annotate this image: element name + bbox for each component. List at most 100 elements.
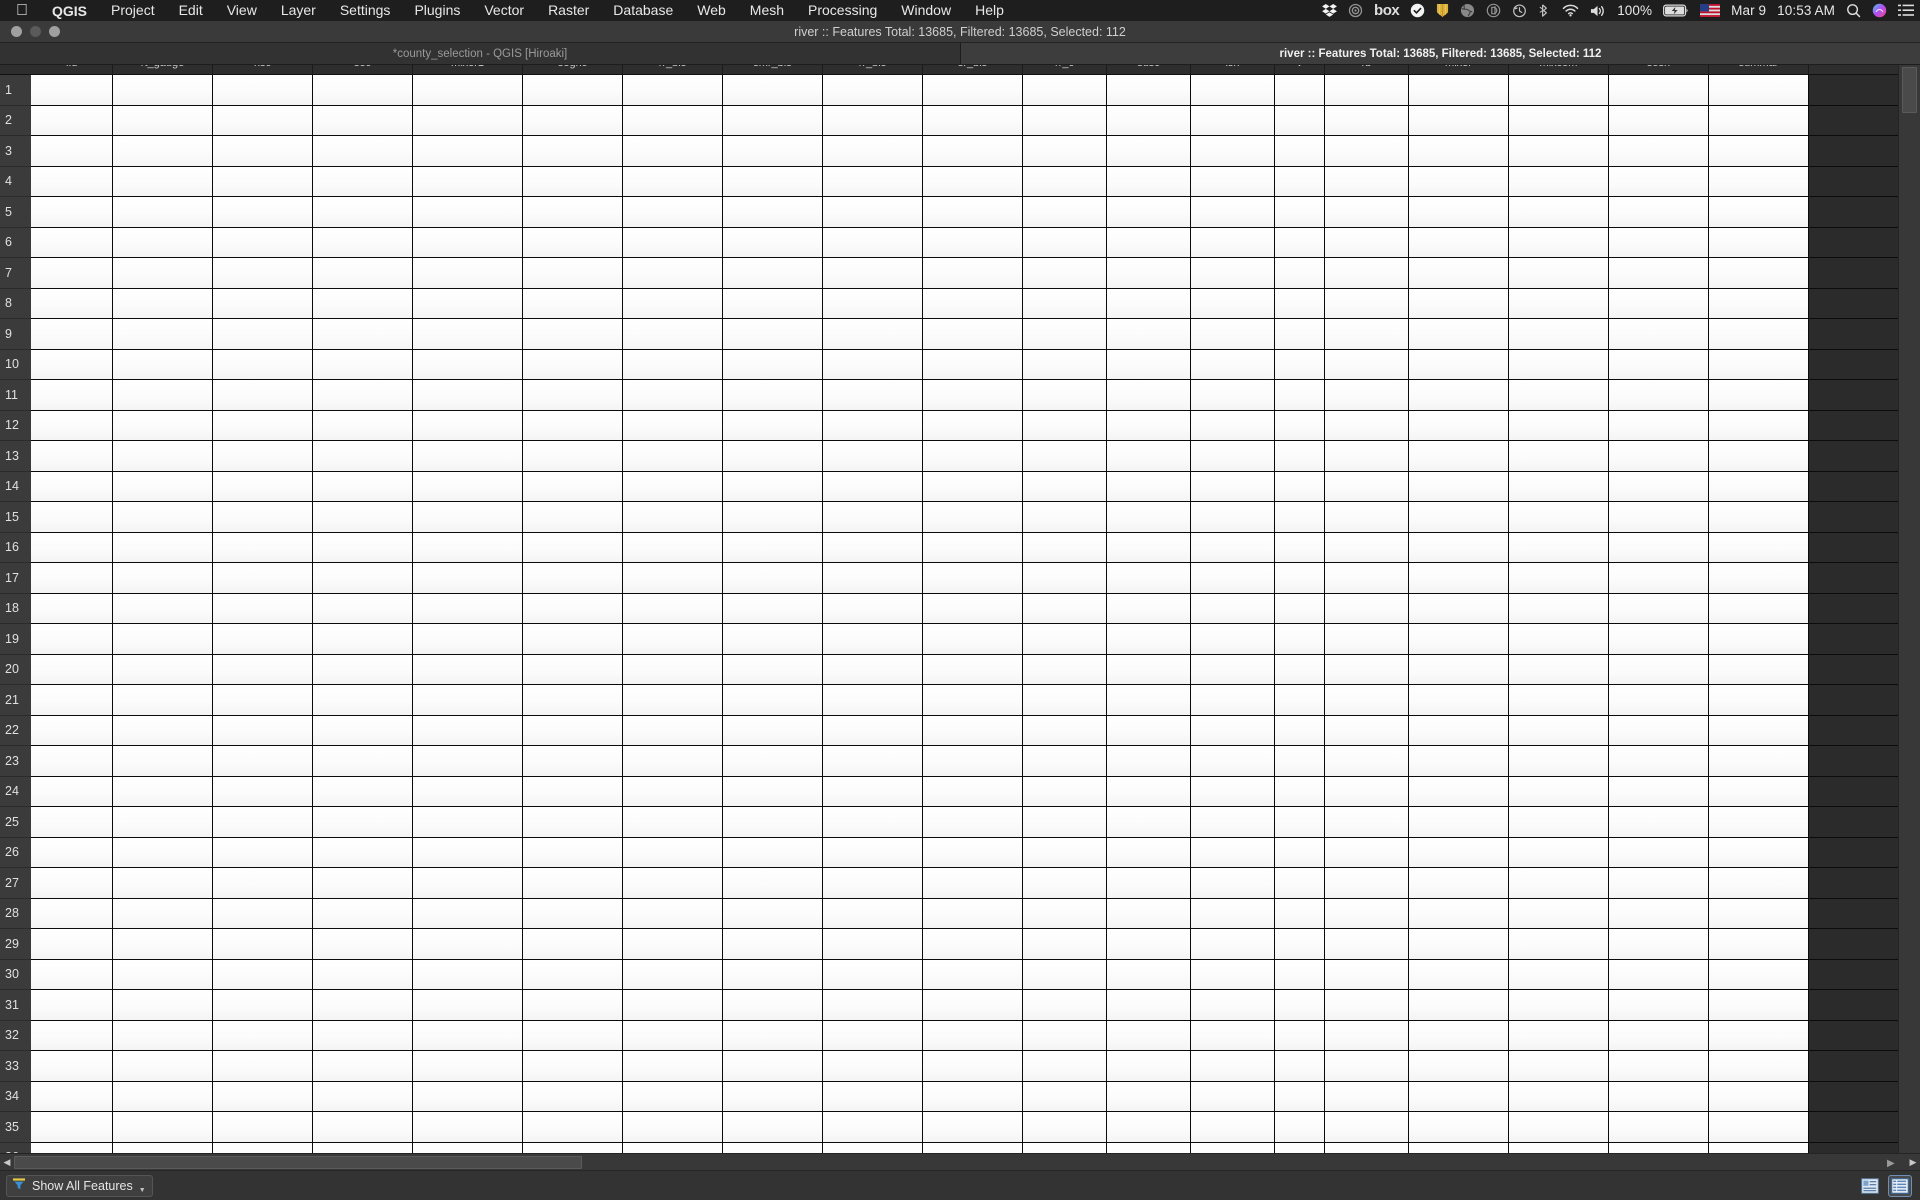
- column-header-18[interactable]: summar: [1709, 65, 1809, 74]
- table-cell[interactable]: [1709, 105, 1809, 135]
- table-cell[interactable]: [923, 563, 1023, 593]
- table-cell[interactable]: [31, 837, 113, 867]
- table-cell[interactable]: [1107, 1051, 1191, 1081]
- table-cell[interactable]: [213, 1081, 313, 1111]
- table-cell[interactable]: [1191, 563, 1275, 593]
- table-cell[interactable]: [723, 990, 823, 1020]
- table-cell[interactable]: [1709, 868, 1809, 898]
- table-cell[interactable]: [1509, 563, 1609, 593]
- table-cell[interactable]: [1509, 410, 1609, 440]
- table-cell[interactable]: [313, 990, 413, 1020]
- table-cell[interactable]: [1509, 136, 1609, 166]
- duet-icon[interactable]: [1486, 0, 1501, 21]
- table-cell[interactable]: [1107, 837, 1191, 867]
- table-cell[interactable]: [823, 105, 923, 135]
- clock-history-icon[interactable]: [1512, 0, 1527, 21]
- horizontal-scrollbar-thumb[interactable]: [14, 1155, 582, 1169]
- table-cell[interactable]: [1509, 624, 1609, 654]
- row-number-header[interactable]: 15: [0, 502, 31, 533]
- table-cell[interactable]: [823, 319, 923, 349]
- table-cell[interactable]: [1709, 471, 1809, 501]
- table-cell[interactable]: [523, 136, 623, 166]
- table-cell[interactable]: [523, 349, 623, 379]
- table-cell[interactable]: [313, 441, 413, 471]
- table-cell[interactable]: [213, 227, 313, 257]
- table-cell[interactable]: [923, 1081, 1023, 1111]
- table-cell[interactable]: [1107, 1142, 1191, 1153]
- table-cell[interactable]: [213, 837, 313, 867]
- table-cell[interactable]: [1409, 563, 1509, 593]
- table-cell[interactable]: [1609, 441, 1709, 471]
- table-cell[interactable]: [413, 136, 523, 166]
- row-number-header[interactable]: 13: [0, 441, 31, 472]
- table-cell[interactable]: [1191, 349, 1275, 379]
- table-cell[interactable]: [213, 288, 313, 318]
- table-cell[interactable]: [1023, 136, 1107, 166]
- table-cell[interactable]: [213, 776, 313, 806]
- table-cell[interactable]: [623, 746, 723, 776]
- table-cell[interactable]: [1325, 715, 1409, 745]
- table-cell[interactable]: [923, 471, 1023, 501]
- table-cell[interactable]: [623, 654, 723, 684]
- row-number-header[interactable]: 20: [0, 654, 31, 685]
- table-cell[interactable]: [1609, 75, 1709, 105]
- table-cell[interactable]: [523, 1142, 623, 1153]
- row-number-header[interactable]: 9: [0, 319, 31, 350]
- table-cell[interactable]: [1023, 380, 1107, 410]
- table-cell[interactable]: [523, 624, 623, 654]
- table-cell[interactable]: [1023, 349, 1107, 379]
- table-cell[interactable]: [1325, 197, 1409, 227]
- table-cell[interactable]: [31, 868, 113, 898]
- table-cell[interactable]: [723, 441, 823, 471]
- table-cell[interactable]: [113, 898, 213, 928]
- table-cell[interactable]: [723, 1112, 823, 1142]
- table-cell[interactable]: [213, 1020, 313, 1050]
- table-cell[interactable]: [31, 441, 113, 471]
- table-cell[interactable]: [523, 685, 623, 715]
- table-cell[interactable]: [1275, 288, 1325, 318]
- row-number-header[interactable]: 23: [0, 746, 31, 777]
- table-cell[interactable]: [1191, 471, 1275, 501]
- table-cell[interactable]: [1709, 898, 1809, 928]
- table-cell[interactable]: [1107, 685, 1191, 715]
- table-cell[interactable]: [213, 197, 313, 227]
- table-cell[interactable]: [1509, 990, 1609, 1020]
- table-cell[interactable]: [1275, 441, 1325, 471]
- table-cell[interactable]: [1509, 288, 1609, 318]
- table-cell[interactable]: [1275, 746, 1325, 776]
- table-cell[interactable]: [1275, 349, 1325, 379]
- row-number-header[interactable]: 7: [0, 258, 31, 289]
- table-cell[interactable]: [113, 1081, 213, 1111]
- table-cell[interactable]: [31, 746, 113, 776]
- table-cell[interactable]: [1325, 929, 1409, 959]
- table-cell[interactable]: [623, 990, 723, 1020]
- tab-county-selection[interactable]: *county_selection - QGIS [Hiroaki]: [0, 43, 960, 64]
- table-cell[interactable]: [723, 929, 823, 959]
- table-cell[interactable]: [31, 1081, 113, 1111]
- table-cell[interactable]: [1191, 990, 1275, 1020]
- table-cell[interactable]: [1609, 532, 1709, 562]
- table-cell[interactable]: [1275, 1081, 1325, 1111]
- table-cell[interactable]: [523, 75, 623, 105]
- table-cell[interactable]: [1191, 837, 1275, 867]
- table-cell[interactable]: [1609, 868, 1709, 898]
- table-cell[interactable]: [313, 410, 413, 440]
- table-cell[interactable]: [1509, 105, 1609, 135]
- table-cell[interactable]: [213, 929, 313, 959]
- table-cell[interactable]: [1275, 837, 1325, 867]
- table-cell[interactable]: [723, 288, 823, 318]
- table-cell[interactable]: [1275, 1142, 1325, 1153]
- table-cell[interactable]: [1191, 380, 1275, 410]
- table-cell[interactable]: [623, 105, 723, 135]
- table-cell[interactable]: [1709, 166, 1809, 196]
- table-cell[interactable]: [1275, 105, 1325, 135]
- table-cell[interactable]: [823, 227, 923, 257]
- table-cell[interactable]: [1023, 776, 1107, 806]
- table-cell[interactable]: [1107, 990, 1191, 1020]
- table-cell[interactable]: [31, 75, 113, 105]
- table-cell[interactable]: [1325, 349, 1409, 379]
- menubar-app-name[interactable]: QGIS: [40, 3, 99, 19]
- table-cell[interactable]: [1409, 1142, 1509, 1153]
- close-button[interactable]: [11, 26, 22, 37]
- table-cell[interactable]: [1107, 593, 1191, 623]
